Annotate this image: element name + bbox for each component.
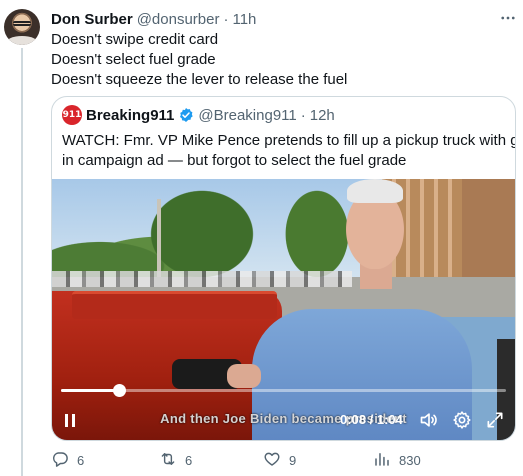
video-controls: 0:08 / 1:04 [52, 405, 515, 435]
tweet-text: Doesn't swipe credit card Doesn't select… [51, 30, 347, 90]
quoted-header: 911 Breaking911 @Breaking911 · 12h [62, 105, 335, 125]
retweet-count: 6 [185, 452, 193, 468]
tweet-actions: 6 6 9 830 [51, 449, 511, 471]
separator-dot: · [223, 10, 229, 28]
video-truck-bed [72, 291, 277, 319]
breaking911-logo[interactable]: 911 [62, 105, 82, 125]
tweet-time[interactable]: 11h [232, 11, 256, 28]
video-progress-knob[interactable] [112, 384, 126, 397]
video-player[interactable]: And then Joe Biden became president 0:08… [52, 179, 515, 440]
volume-icon[interactable] [418, 409, 440, 431]
author-name[interactable]: Don Surber [51, 11, 133, 28]
reply-button[interactable]: 6 [51, 449, 84, 471]
expand-icon[interactable] [484, 409, 506, 431]
views-icon [373, 450, 391, 471]
views-count: 830 [399, 452, 421, 468]
quoted-author-name[interactable]: Breaking911 [86, 107, 174, 124]
tweet[interactable]: Don Surber @donsurber · 11h Doesn't swip… [0, 0, 523, 476]
retweet-button[interactable]: 6 [159, 449, 192, 471]
avatar[interactable] [4, 9, 40, 45]
tweet-header: Don Surber @donsurber · 11h [51, 9, 256, 29]
video-cars [52, 271, 352, 287]
quoted-text-line: WATCH: Fmr. VP Mike Pence pretends to fi… [62, 132, 516, 149]
video-man-hand [227, 364, 261, 388]
quoted-text-line: in campaign ad — but forgot to select th… [62, 152, 407, 169]
reply-icon [51, 450, 69, 471]
tweet-text-line: Doesn't select fuel grade [51, 51, 216, 68]
quoted-time[interactable]: 12h [310, 107, 335, 124]
avatar-shirt [6, 36, 38, 45]
like-count: 9 [289, 452, 297, 468]
author-handle[interactable]: @donsurber [137, 11, 220, 28]
video-progress-bar[interactable] [61, 384, 506, 397]
views-button[interactable]: 830 [373, 449, 421, 471]
reply-count: 6 [77, 452, 85, 468]
separator-dot: · [300, 106, 306, 124]
retweet-icon [159, 450, 177, 471]
heart-icon [263, 450, 281, 471]
tweet-text-line: Doesn't squeeze the lever to release the… [51, 71, 348, 88]
video-progress-fill [61, 389, 119, 392]
thread-line [21, 48, 23, 476]
pause-icon[interactable] [60, 409, 80, 431]
gear-icon[interactable] [451, 409, 473, 431]
avatar-glasses [13, 21, 31, 26]
video-timecode: 0:08 / 1:04 [340, 412, 403, 427]
video-man-hair [347, 179, 403, 203]
quoted-tweet[interactable]: 911 Breaking911 @Breaking911 · 12h WATCH… [51, 96, 516, 441]
more-icon[interactable] [496, 6, 520, 30]
like-button[interactable]: 9 [263, 449, 296, 471]
tweet-text-line: Doesn't swipe credit card [51, 31, 219, 48]
verified-badge-icon [178, 107, 194, 123]
quoted-author-handle[interactable]: @Breaking911 [198, 107, 296, 124]
quoted-text: WATCH: Fmr. VP Mike Pence pretends to fi… [62, 131, 516, 171]
video-building [462, 179, 515, 279]
